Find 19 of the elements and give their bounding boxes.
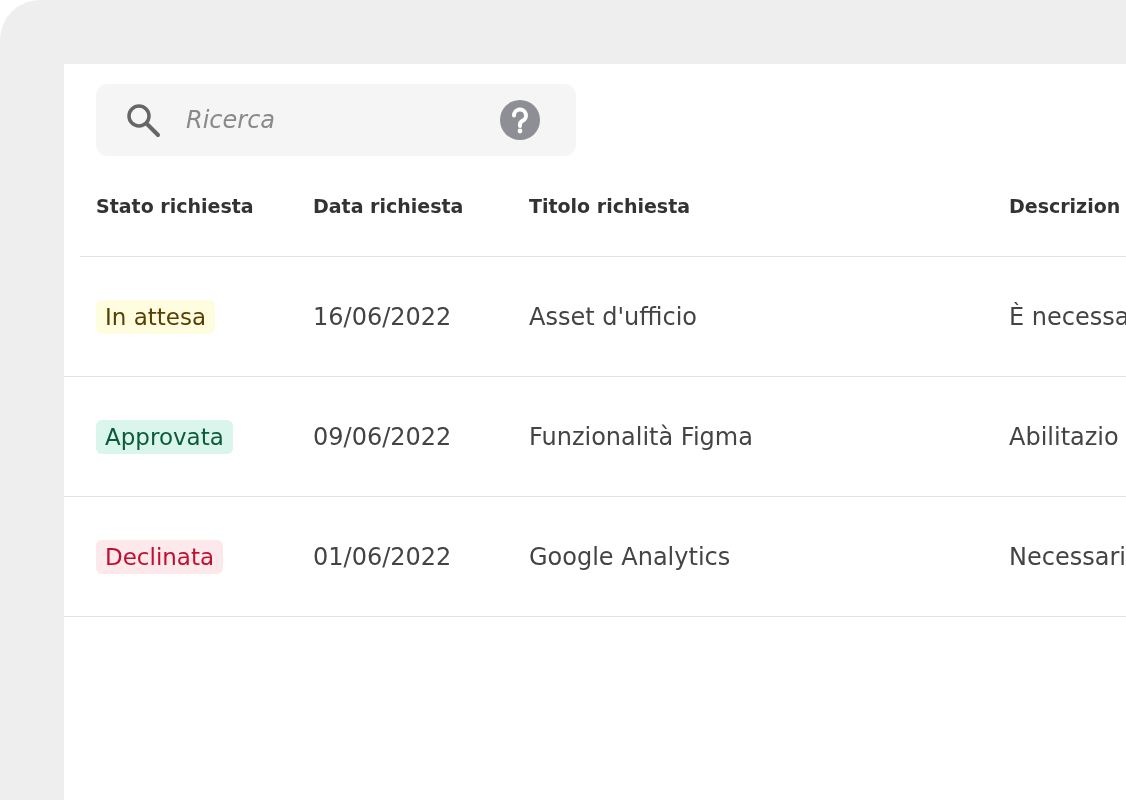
table-cell-text: 01/06/2022 xyxy=(313,542,453,571)
status-badge: In attesa xyxy=(96,299,216,334)
table-cell-text: 09/06/2022 xyxy=(313,422,453,451)
column-header: Descrizion xyxy=(1009,195,1122,217)
table-cell-text: 16/06/2022 xyxy=(313,302,453,331)
table-cell-text: Abilitazio xyxy=(1009,422,1120,451)
status-badge: Declinata xyxy=(96,539,224,574)
search-field[interactable]: Ricerca xyxy=(184,105,500,135)
search-bar[interactable]: Ricerca xyxy=(96,84,576,156)
column-header: Titolo richiesta xyxy=(529,195,692,217)
table-cell-text: Google Analytics xyxy=(529,542,732,571)
help-icon[interactable] xyxy=(500,100,540,140)
column-header: Data richiesta xyxy=(313,195,465,217)
table-cell: Necessari xyxy=(1009,542,1126,571)
search-icon xyxy=(124,101,162,139)
table-cell-text: Asset d'ufficio xyxy=(529,302,699,331)
status-badge: Approvata xyxy=(96,419,233,454)
table-cell-text: Funzionalità Figma xyxy=(529,422,754,451)
column-header: Stato richiesta xyxy=(96,195,255,217)
